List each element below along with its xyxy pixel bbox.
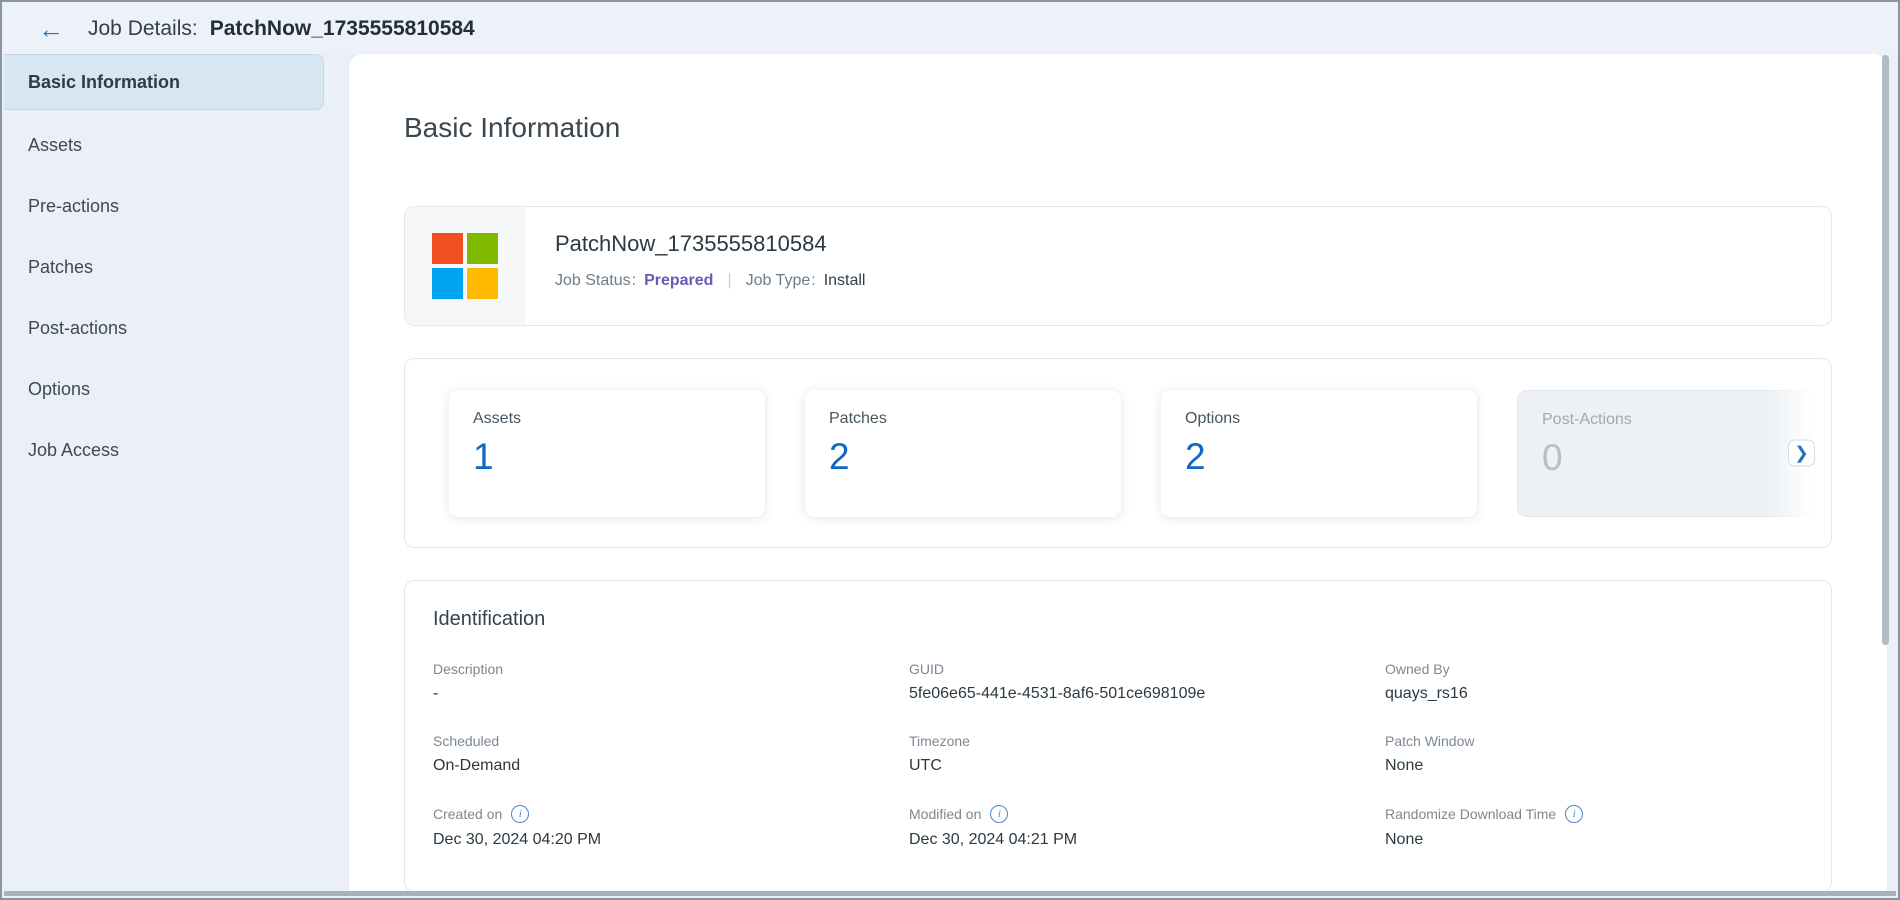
- field-value: -: [433, 685, 909, 703]
- divider: |: [727, 272, 731, 290]
- sidebar-item[interactable]: Assets: [4, 115, 349, 176]
- identification-field: Owned By i quays_rs16: [1385, 661, 1861, 703]
- field-label: GUID: [909, 661, 944, 677]
- stat-card-label: Post-Actions: [1542, 411, 1832, 429]
- microsoft-logo-icon: [432, 233, 498, 299]
- info-icon[interactable]: i: [1565, 805, 1583, 823]
- identification-title: Identification: [433, 608, 1831, 631]
- job-status-label: Job Status: [555, 272, 631, 290]
- sidebar-item[interactable]: Pre-actions: [4, 176, 349, 237]
- page-title: Job Details:: [88, 17, 198, 41]
- sidebar: Basic Information Assets Pre-actions Pat…: [4, 54, 349, 889]
- sidebar-item-label: Pre-actions: [28, 196, 119, 217]
- sidebar-item[interactable]: Post-actions: [4, 298, 349, 359]
- field-value: 5fe06e65-441e-4531-8af6-501ce698109e: [909, 685, 1385, 703]
- stat-card[interactable]: Post-Actions 0: [1517, 390, 1832, 517]
- stat-card-label: Patches: [829, 410, 1121, 428]
- microsoft-logo-green-square: [467, 233, 498, 264]
- vendor-logo-strip: [405, 207, 525, 325]
- field-label: Owned By: [1385, 661, 1450, 677]
- field-label: Created on: [433, 806, 502, 822]
- job-title: PatchNow_1735555810584: [555, 231, 865, 257]
- microsoft-logo-red-square: [432, 233, 463, 264]
- info-icon[interactable]: i: [990, 805, 1008, 823]
- job-name: PatchNow_1735555810584: [210, 17, 475, 41]
- identification-field: Randomize Download Time i None: [1385, 805, 1861, 849]
- identification-card: Identification Description i - GUID i 5f…: [404, 580, 1832, 891]
- stats-scroll-next-button[interactable]: ❯: [1788, 440, 1815, 467]
- identification-grid: Description i - GUID i 5fe06e65-441e-453…: [433, 661, 1831, 849]
- stat-card-label: Options: [1185, 410, 1477, 428]
- sidebar-item[interactable]: Job Access: [4, 420, 349, 481]
- info-icon[interactable]: i: [511, 805, 529, 823]
- stats-container: Assets 1 Patches 2 Options 2 Post-Action…: [404, 358, 1832, 548]
- stat-card-value: 2: [1185, 436, 1477, 478]
- stat-card[interactable]: Patches 2: [805, 390, 1121, 517]
- stat-card[interactable]: Assets 1: [449, 390, 765, 517]
- field-value: Dec 30, 2024 04:21 PM: [909, 831, 1385, 849]
- sidebar-item[interactable]: Basic Information: [4, 54, 324, 110]
- field-value: None: [1385, 831, 1861, 849]
- field-label: Description: [433, 661, 503, 677]
- section-heading: Basic Information: [404, 112, 1887, 144]
- sidebar-item-label: Patches: [28, 257, 93, 278]
- chevron-right-icon: ❯: [1794, 445, 1808, 462]
- sidebar-item-label: Job Access: [28, 440, 119, 461]
- field-label: Scheduled: [433, 733, 499, 749]
- stat-card-value: 2: [829, 436, 1121, 478]
- vertical-scrollbar[interactable]: [1882, 55, 1889, 645]
- identification-field: Created on i Dec 30, 2024 04:20 PM: [433, 805, 909, 849]
- job-type-label: Job Type: [746, 272, 811, 290]
- job-info: PatchNow_1735555810584 Job Status : Prep…: [525, 207, 865, 325]
- identification-field: Modified on i Dec 30, 2024 04:21 PM: [909, 805, 1385, 849]
- main-panel: Basic Information PatchNow_1735555810584…: [349, 54, 1887, 891]
- identification-field: Patch Window i None: [1385, 733, 1861, 775]
- sidebar-item-label: Options: [28, 379, 90, 400]
- identification-field: Timezone i UTC: [909, 733, 1385, 775]
- arrow-left-icon: ←: [38, 14, 64, 44]
- colon: :: [632, 272, 636, 290]
- field-label: Patch Window: [1385, 733, 1474, 749]
- job-type-value: Install: [824, 272, 866, 290]
- stat-card-label: Assets: [473, 410, 765, 428]
- job-status-badge: Prepared: [644, 272, 713, 290]
- identification-field: Scheduled i On-Demand: [433, 733, 909, 775]
- field-label: Timezone: [909, 733, 970, 749]
- colon: :: [811, 272, 815, 290]
- field-value: Dec 30, 2024 04:20 PM: [433, 831, 909, 849]
- horizontal-scrollbar[interactable]: [4, 891, 1896, 896]
- field-value: On-Demand: [433, 757, 909, 775]
- field-label: Modified on: [909, 806, 981, 822]
- field-label: Randomize Download Time: [1385, 806, 1556, 822]
- identification-field: GUID i 5fe06e65-441e-4531-8af6-501ce6981…: [909, 661, 1385, 703]
- sidebar-item-label: Basic Information: [28, 72, 180, 93]
- field-value: None: [1385, 757, 1861, 775]
- field-value: quays_rs16: [1385, 685, 1861, 703]
- stats-row: Assets 1 Patches 2 Options 2 Post-Action…: [449, 390, 1832, 517]
- identification-field: Description i -: [433, 661, 909, 703]
- back-button[interactable]: ←: [34, 16, 68, 42]
- sidebar-item-label: Assets: [28, 135, 82, 156]
- sidebar-item[interactable]: Patches: [4, 237, 349, 298]
- sidebar-item[interactable]: Options: [4, 359, 349, 420]
- job-summary-card: PatchNow_1735555810584 Job Status : Prep…: [404, 206, 1832, 326]
- job-meta: Job Status : Prepared | Job Type : Insta…: [555, 272, 865, 290]
- field-value: UTC: [909, 757, 1385, 775]
- microsoft-logo-blue-square: [432, 268, 463, 299]
- microsoft-logo-yellow-square: [467, 268, 498, 299]
- sidebar-item-label: Post-actions: [28, 318, 127, 339]
- stat-card[interactable]: Options 2: [1161, 390, 1477, 517]
- stat-card-value: 1: [473, 436, 765, 478]
- header: ← Job Details: PatchNow_1735555810584: [2, 4, 1898, 54]
